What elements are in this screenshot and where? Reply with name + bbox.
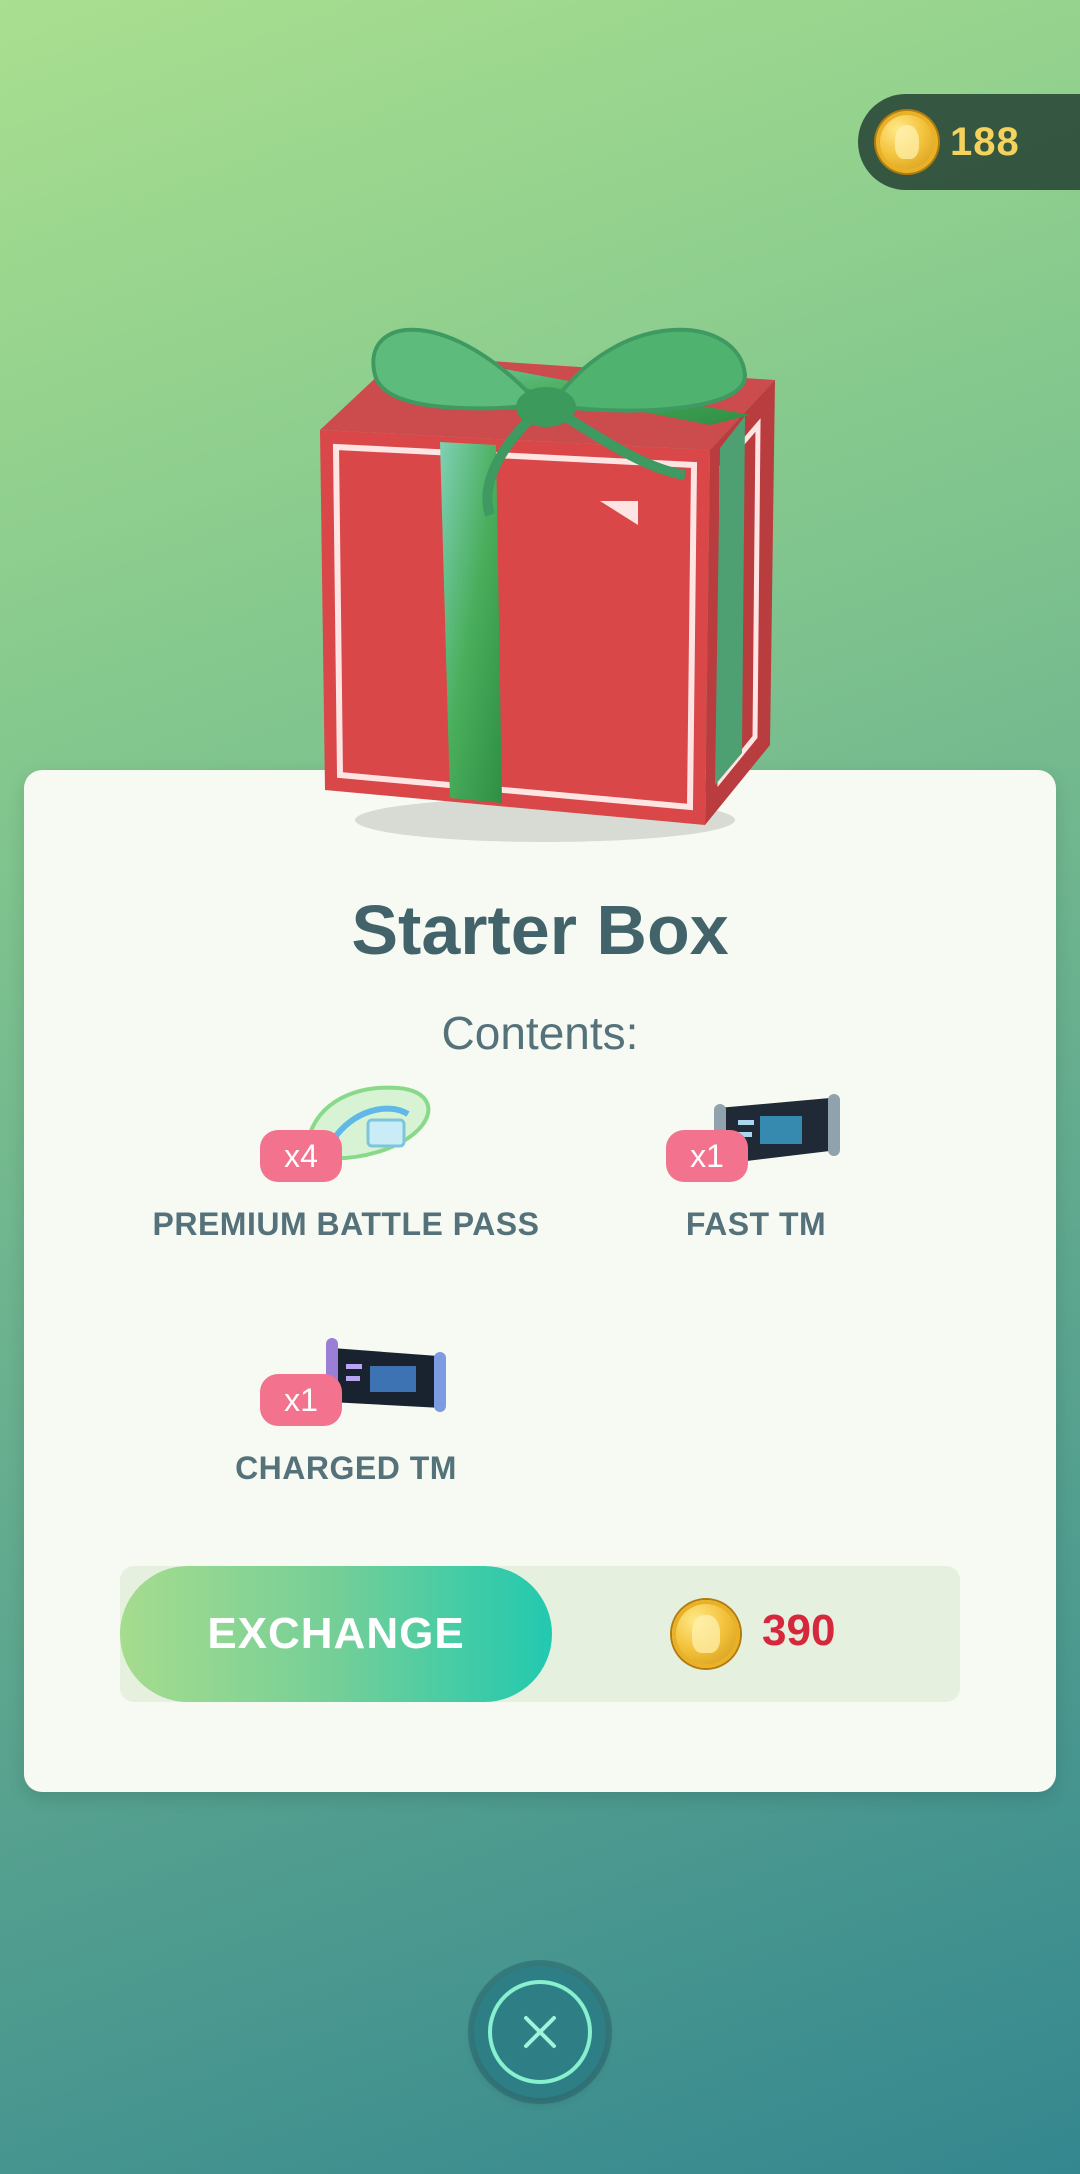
price-value: 390	[762, 1606, 836, 1655]
exchange-button[interactable]: EXCHANGE	[120, 1566, 552, 1702]
close-ring	[488, 1980, 592, 2084]
gift-box-icon	[320, 327, 775, 842]
coin-balance-badge[interactable]: 188	[858, 94, 1080, 190]
content-item-premium-battle-pass: x4 PREMIUM BATTLE PASS	[136, 1080, 556, 1300]
contents-heading: Contents:	[441, 1007, 639, 1059]
coin-icon	[672, 1600, 740, 1668]
item-label: FAST TM	[685, 1206, 827, 1242]
offer-title: Starter Box	[351, 891, 729, 969]
coin-balance: 188	[950, 119, 1020, 164]
quantity-badge: x4	[260, 1130, 342, 1182]
exchange-bar: EXCHANGE 390	[120, 1566, 960, 1702]
content-item-charged-tm: x1 CHARGED TM	[136, 1324, 556, 1544]
close-button[interactable]	[474, 1966, 606, 2098]
close-icon	[524, 2016, 556, 2048]
quantity-badge: x1	[666, 1130, 748, 1182]
content-item-fast-tm: x1 FAST TM	[546, 1080, 966, 1300]
item-label: PREMIUM BATTLE PASS	[152, 1206, 540, 1242]
quantity-badge: x1	[260, 1374, 342, 1426]
offer-card: Starter Box Contents: x4 PREMIUM BATTLE …	[24, 770, 1056, 1792]
coin-icon	[876, 111, 938, 173]
item-label: CHARGED TM	[235, 1450, 457, 1486]
